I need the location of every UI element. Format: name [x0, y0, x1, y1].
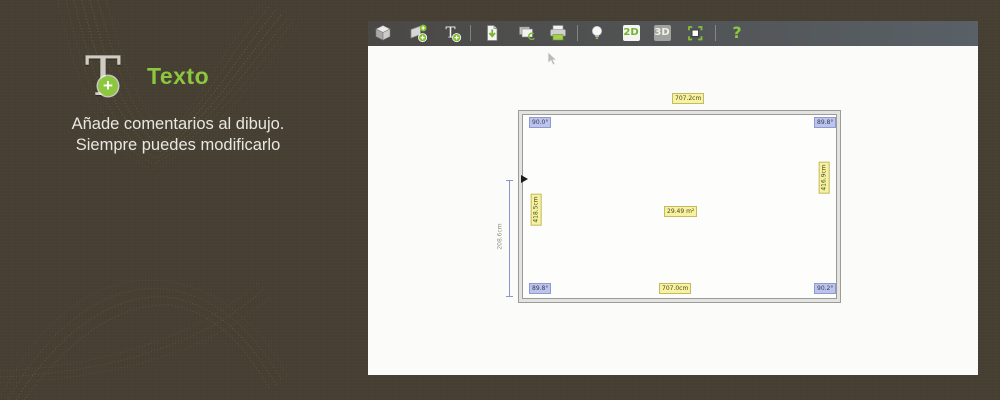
toolbar-separator — [470, 25, 471, 41]
help-button[interactable]: ? — [726, 22, 748, 44]
print-button[interactable] — [547, 22, 569, 44]
view-2d-button[interactable]: 2D — [620, 22, 642, 44]
view-3d-button[interactable]: 3D — [651, 22, 673, 44]
external-dimension-line — [509, 180, 510, 297]
angle-label-bottom-right: 90.2° — [814, 283, 837, 294]
toolbar-separator — [715, 25, 716, 41]
text-add-feature-icon: T + — [85, 50, 129, 106]
view-cube-button[interactable] — [372, 22, 394, 44]
dimension-tick-bottom — [506, 296, 513, 297]
help-label: ? — [732, 23, 742, 42]
fit-screen-icon — [688, 26, 703, 41]
lightbulb-icon — [592, 26, 602, 40]
toolbar-separator — [577, 25, 578, 41]
add-text-button[interactable]: T — [441, 22, 463, 44]
particle-swirl-bottom — [0, 279, 289, 400]
export-document-button[interactable] — [481, 22, 503, 44]
wall-point-marker — [521, 175, 532, 183]
feature-description-line2: Siempre puedes modificarlo — [75, 136, 281, 154]
dimension-label-top: 707.2cm — [672, 93, 705, 104]
export-image-button[interactable] — [516, 22, 538, 44]
mouse-cursor — [547, 51, 558, 66]
area-label: 29.49 m² — [664, 206, 698, 217]
angle-label-top-right: 89.8° — [814, 117, 837, 128]
feature-title: Texto — [147, 63, 210, 89]
drawing-canvas[interactable]: 707.2cm 707.0cm 418.5cm 416.9cm 29.49 m²… — [368, 46, 978, 375]
dimension-label-left: 418.5cm — [530, 193, 542, 226]
dimension-label-right: 416.9cm — [818, 161, 830, 194]
document-download-icon — [487, 25, 498, 41]
toolbar: T 2D 3D ? — [368, 21, 978, 46]
external-dimension-label: 208.6cm — [496, 223, 504, 250]
screen: { "left_panel": { "icon_letter": "T", "i… — [0, 0, 1000, 400]
printer-icon — [550, 25, 566, 41]
dimension-label-bottom: 707.0cm — [659, 283, 692, 294]
plus-badge-icon: + — [98, 76, 118, 96]
text-add-icon: T — [446, 24, 462, 43]
fit-screen-button[interactable] — [684, 22, 706, 44]
view-2d-label: 2D — [622, 25, 640, 41]
view-3d-label: 3D — [653, 25, 671, 41]
feature-description: Añade comentarios al dibujo. Siempre pue… — [50, 114, 306, 156]
add-wall-button[interactable] — [407, 22, 429, 44]
angle-label-bottom-left: 89.8° — [529, 283, 552, 294]
particle-swirl-top — [57, 0, 301, 171]
angle-label-top-left: 90.0° — [529, 117, 552, 128]
wall-add-icon — [410, 24, 428, 43]
feature-description-line1: Añade comentarios al dibujo. — [71, 115, 285, 133]
image-export-icon — [519, 26, 535, 41]
dimension-tick-top — [506, 180, 513, 181]
lighting-button[interactable] — [586, 22, 608, 44]
cube-icon — [375, 25, 391, 41]
